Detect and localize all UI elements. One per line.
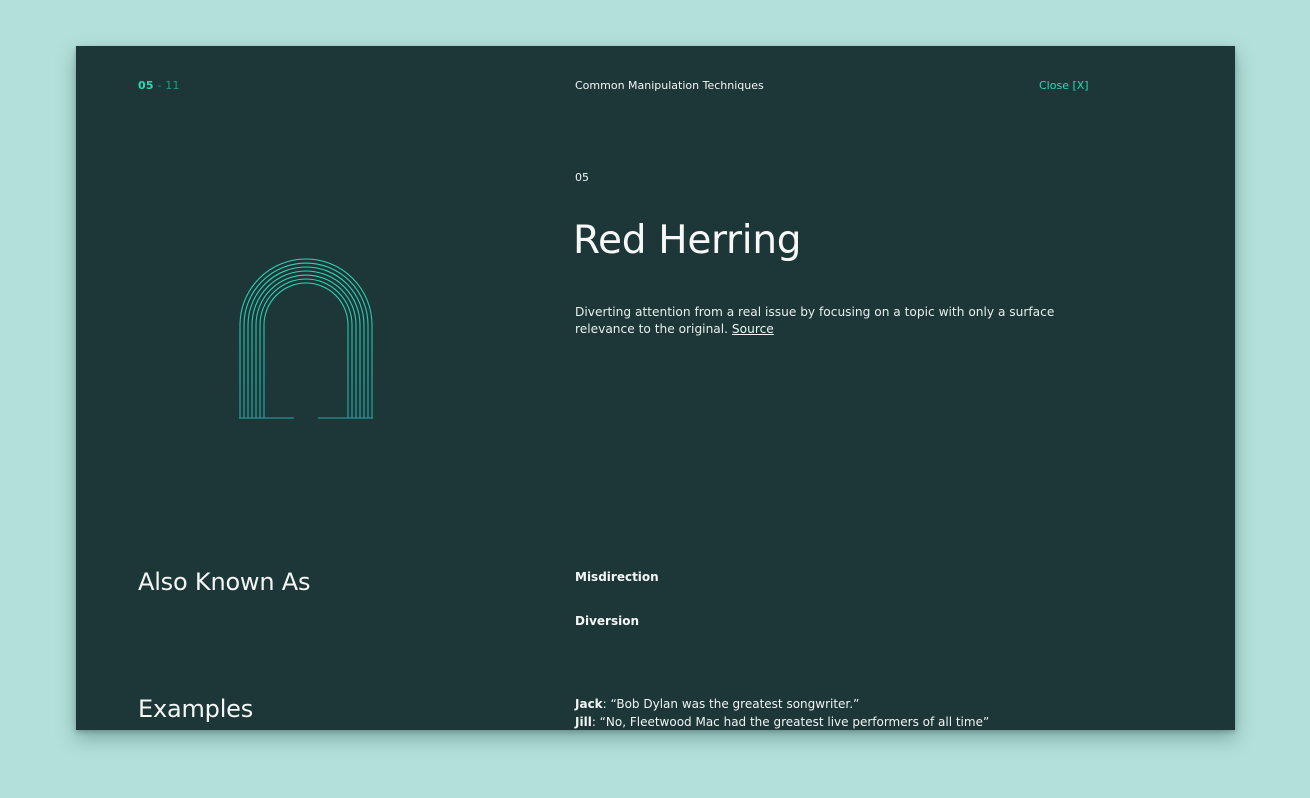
counter-current: 05 [138,79,154,92]
example-quote: : “No, Fleetwood Mac had the greatest li… [591,715,990,729]
technique-modal: 05 - 11 Common Manipulation Techniques C… [76,46,1235,730]
counter-total: 11 [165,79,180,92]
example-speaker: Jack [575,697,603,711]
arch-line [255,274,357,418]
example-speaker: Jill [575,715,592,729]
also-known-as-heading: Also Known As [138,568,311,596]
description-text: Diverting attention from a real issue by… [575,305,1055,336]
technique-index: 05 [575,171,589,184]
counter-separator: - [153,79,166,92]
example-line: Jill: “No, Fleetwood Mac had the greates… [575,715,989,729]
source-link[interactable]: Source [732,322,774,336]
close-button[interactable]: Close [X] [1039,79,1089,92]
modal-header-title: Common Manipulation Techniques [575,79,764,92]
technique-description: Diverting attention from a real issue by… [575,304,1055,338]
arch-line [263,282,349,418]
technique-title: Red Herring [573,218,802,263]
arch-line [259,278,353,418]
alias-item: Misdirection [575,570,659,584]
page-counter: 05 - 11 [138,79,180,92]
examples-heading: Examples [138,695,254,723]
example-line: Jack: “Bob Dylan was the greatest songwr… [575,697,859,711]
alias-item: Diversion [575,614,639,628]
nested-arch-icon [239,258,373,419]
example-quote: : “Bob Dylan was the greatest songwriter… [602,697,860,711]
